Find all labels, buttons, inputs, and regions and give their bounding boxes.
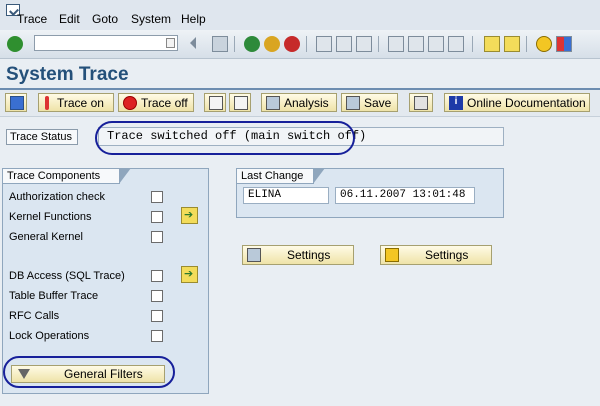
enter-check-icon[interactable] (7, 36, 23, 52)
online-documentation-button[interactable]: i Online Documentation (444, 93, 590, 112)
menu-bar: Trace Edit Goto System Help (0, 0, 600, 30)
db-access-checkbox[interactable] (151, 270, 163, 282)
command-field[interactable] (34, 35, 178, 51)
new-session-icon[interactable] (484, 36, 500, 52)
info-icon: i (449, 95, 463, 110)
menu-system[interactable]: System (131, 12, 171, 26)
settings-label-2: Settings (425, 248, 469, 262)
trace-status-label: Trace Status (6, 129, 78, 145)
open-folder-icon (385, 248, 399, 262)
help-icon[interactable] (536, 36, 552, 52)
last-change-title: Last Change (236, 168, 325, 184)
details-icon (234, 95, 248, 110)
authorization-check-label: Authorization check (9, 191, 105, 203)
trace-on-button[interactable]: Trace on (38, 93, 114, 112)
standard-toolbar (0, 30, 600, 59)
customize-layout-icon[interactable] (556, 36, 572, 52)
command-history-icon[interactable] (166, 38, 175, 48)
last-page-icon[interactable] (448, 36, 464, 52)
refresh-icon (10, 95, 24, 110)
menu-goto[interactable]: Goto (92, 12, 118, 26)
save-settings-icon (247, 248, 261, 262)
trace-off-label: Trace off (141, 95, 188, 110)
lock-operations-checkbox[interactable] (151, 330, 163, 342)
settings-button-1[interactable]: Settings (242, 245, 354, 265)
save-button[interactable]: Save (341, 93, 398, 112)
display-log-button[interactable] (204, 93, 226, 112)
trace-components-title: Trace Components (2, 168, 131, 184)
db-access-details-button[interactable] (181, 266, 198, 283)
kernel-functions-checkbox[interactable] (151, 211, 163, 223)
previous-page-icon[interactable] (408, 36, 424, 52)
highlight-ellipse-filters (3, 356, 175, 388)
back-icon[interactable] (244, 36, 260, 52)
analysis-icon (266, 95, 280, 110)
last-change-group: Last Change ELINA 06.11.2007 13:01:48 (236, 168, 504, 218)
exit-icon[interactable] (264, 36, 280, 52)
lock-operations-label: Lock Operations (9, 330, 90, 342)
table-buffer-trace-checkbox[interactable] (151, 290, 163, 302)
trace-on-icon (45, 95, 49, 110)
authorization-check-checkbox[interactable] (151, 191, 163, 203)
application-toolbar: Trace on Trace off Analysis Save i Onlin… (0, 90, 600, 117)
save-label: Save (364, 95, 392, 110)
general-kernel-checkbox[interactable] (151, 231, 163, 243)
hierarchy-icon (414, 95, 428, 110)
page-title: System Trace (6, 64, 129, 85)
menu-help[interactable]: Help (181, 12, 206, 26)
settings-tree-button[interactable] (409, 93, 433, 112)
db-access-label: DB Access (SQL Trace) (9, 270, 125, 282)
analysis-label: Analysis (284, 95, 329, 110)
first-page-icon[interactable] (388, 36, 404, 52)
back-arrow-icon[interactable] (190, 37, 196, 49)
display-details-button[interactable] (229, 93, 251, 112)
analysis-button[interactable]: Analysis (261, 93, 337, 112)
stop-icon (123, 95, 137, 110)
shortcut-icon[interactable] (504, 36, 520, 52)
find-icon[interactable] (336, 36, 352, 52)
settings-button-2[interactable]: Settings (380, 245, 492, 265)
general-kernel-label: General Kernel (9, 231, 83, 243)
menu-edit[interactable]: Edit (59, 12, 80, 26)
list-icon (209, 95, 223, 110)
find-next-icon[interactable] (356, 36, 372, 52)
table-buffer-trace-label: Table Buffer Trace (9, 290, 99, 302)
last-change-timestamp-field: 06.11.2007 13:01:48 (335, 187, 475, 204)
next-page-icon[interactable] (428, 36, 444, 52)
settings-label-1: Settings (287, 248, 331, 262)
trace-off-button[interactable]: Trace off (118, 93, 194, 112)
kernel-functions-details-button[interactable] (181, 207, 198, 224)
print-icon[interactable] (316, 36, 332, 52)
trace-on-label: Trace on (57, 95, 104, 110)
rfc-calls-label: RFC Calls (9, 310, 60, 322)
rfc-calls-checkbox[interactable] (151, 310, 163, 322)
refresh-button[interactable] (5, 93, 27, 112)
save-settings-icon (346, 95, 360, 110)
menu-trace[interactable]: Trace (17, 12, 47, 26)
last-change-user-field: ELINA (243, 187, 329, 204)
online-documentation-label: Online Documentation (467, 95, 586, 110)
cancel-icon[interactable] (284, 36, 300, 52)
save-icon[interactable] (212, 36, 228, 52)
kernel-functions-label: Kernel Functions (9, 211, 92, 223)
highlight-ellipse-status (95, 121, 355, 155)
